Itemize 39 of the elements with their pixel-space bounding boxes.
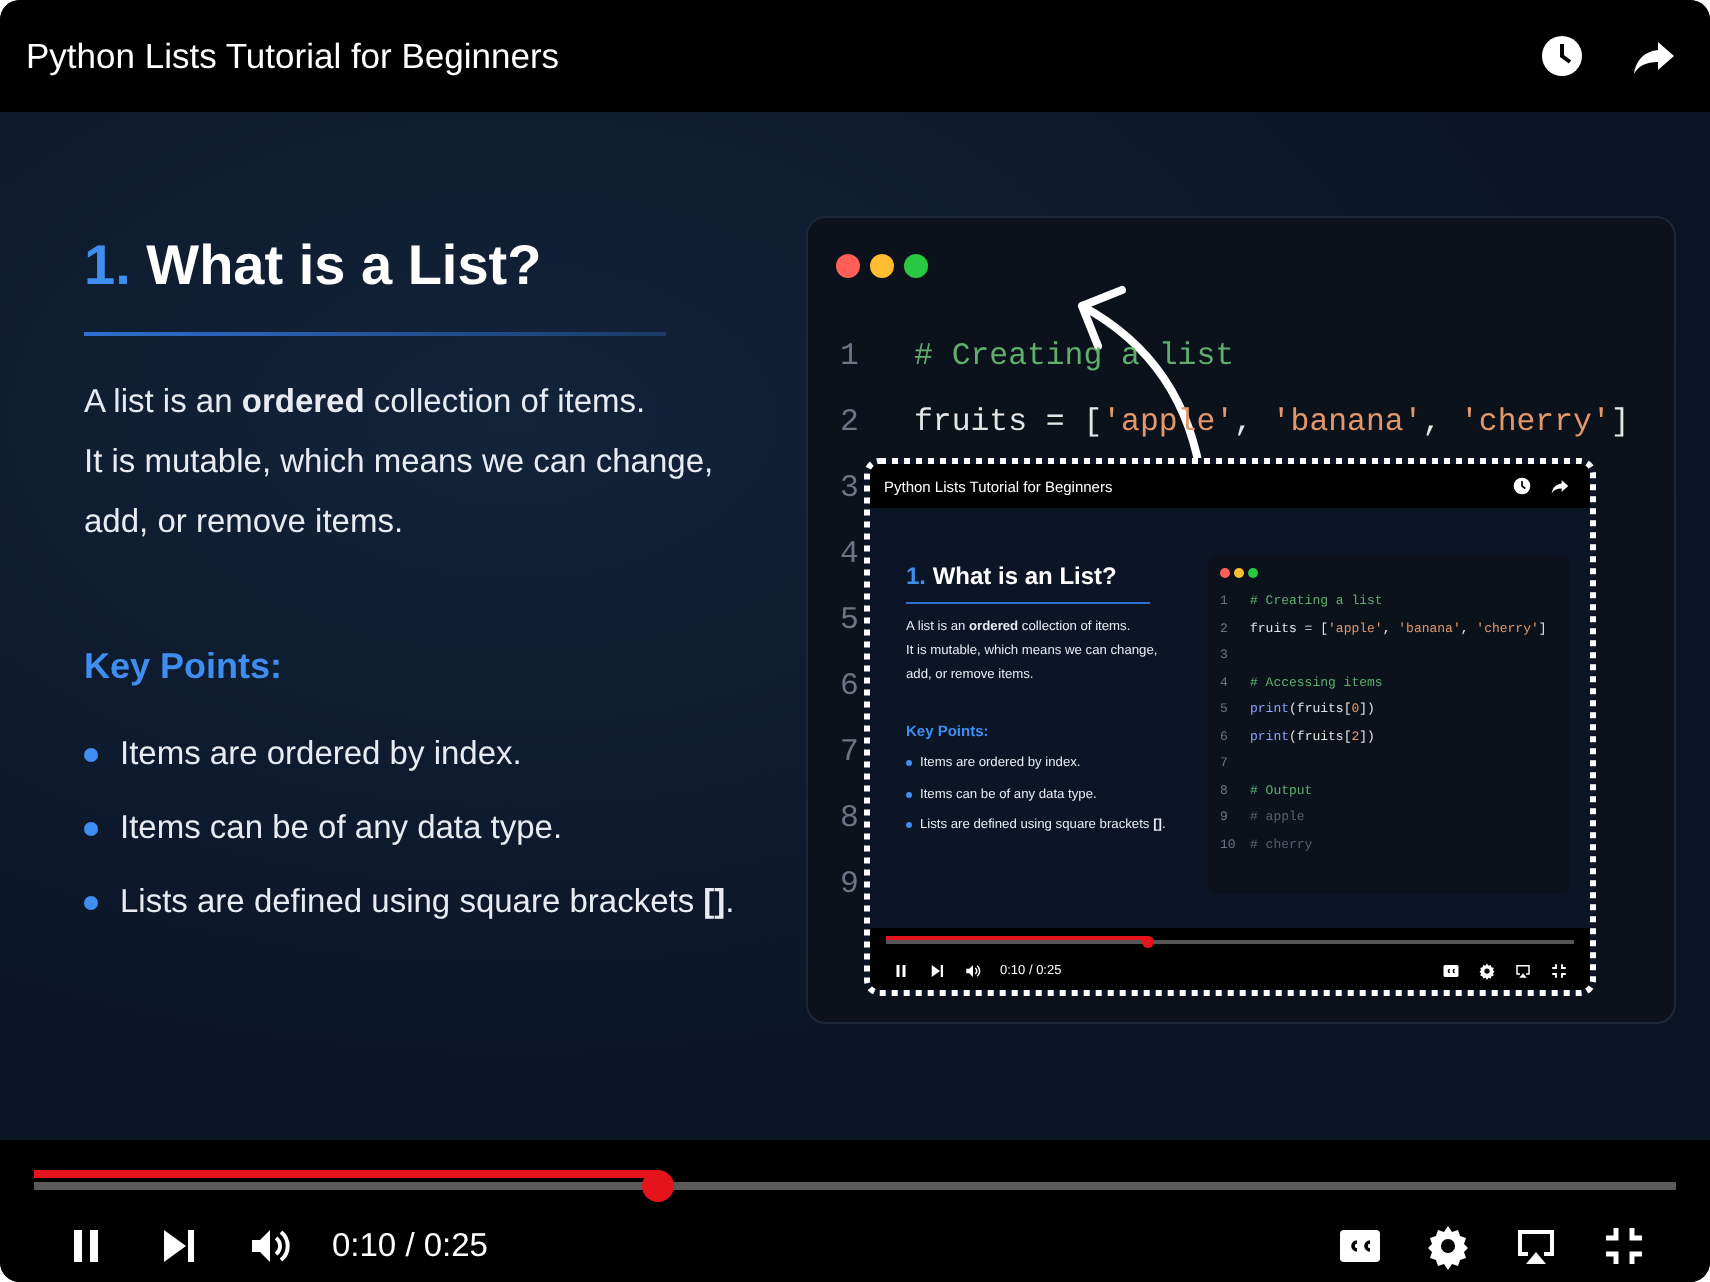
exit-fullscreen-button[interactable] [1600,1222,1648,1270]
window-dot [1220,568,1230,578]
share-icon [1550,476,1570,496]
slide-paragraph: A list is an ordered collection of items. It is mutable, which means we can change, add, or remove items. [84,382,716,544]
bullet-dot [906,760,912,767]
window-dot [870,254,894,278]
code-line: # Creating a list [914,337,1235,373]
key-points-heading: Key Points: [84,646,285,688]
bullet-dot [84,896,98,910]
line-number: 6 [840,667,861,703]
progress-handle[interactable] [641,1170,674,1202]
line-number: 8 [840,799,861,835]
line-number: 4 [840,535,861,571]
window-dot [1234,568,1244,578]
window-dot [1248,568,1258,578]
slide-heading: 1. What is a List? [84,234,544,298]
video-title: Python Lists Tutorial for Beginners [26,35,560,77]
bullet-dot [906,791,912,798]
progress-handle[interactable] [1141,936,1154,948]
bullet-dot [84,748,98,762]
line-number: 1 [840,337,861,373]
clock-icon [1512,476,1532,496]
window-dot [904,254,928,278]
window-dot [836,254,860,278]
progress-bar[interactable] [886,936,1574,948]
slide-heading: 1. What is an List? [906,562,1119,590]
bullet-dot [906,822,912,829]
time-display: 0:10 / 0:25 [332,1227,488,1265]
line-number: 9 [840,865,861,901]
bullet-dot [84,822,98,836]
clock-icon[interactable] [1538,32,1586,80]
key-point-text: Items are ordered by index. [120,736,522,774]
line-number: 2 [840,403,861,439]
line-number: 7 [840,733,861,769]
key-point-text: Lists are defined using square brackets []. [120,884,735,922]
line-number: 3 [840,469,861,505]
key-point-text: Items can be of any data type. [120,810,563,848]
settings-button[interactable] [1424,1222,1472,1270]
line-number: 5 [840,601,861,637]
